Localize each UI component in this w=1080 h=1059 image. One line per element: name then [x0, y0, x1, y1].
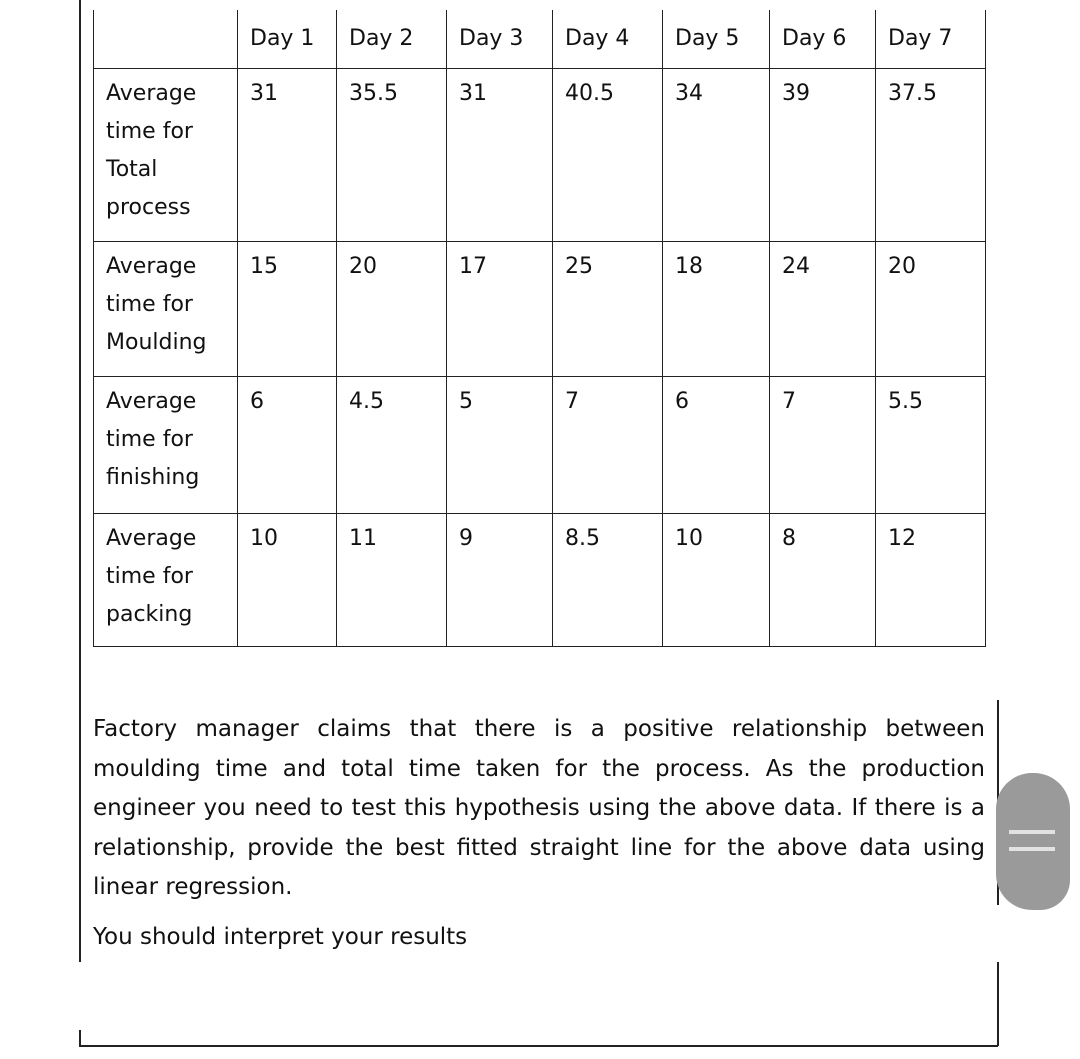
- handle-grip-line: [1009, 830, 1055, 834]
- table-cell: 40.5: [552, 68, 663, 242]
- table-row: Average time for packing 10 11 9 8.5 10 8 …: [93, 513, 986, 647]
- label-line: time for: [106, 564, 193, 589]
- table-cell: 18: [662, 241, 770, 377]
- label-line: Average: [106, 389, 197, 414]
- header-cell: Day 3: [446, 10, 553, 69]
- table-cell: 5.5: [875, 376, 986, 514]
- label-line: Moulding: [106, 330, 207, 355]
- table-cell: 8.5: [552, 513, 663, 647]
- table-cell: 37.5: [875, 68, 986, 242]
- table-cell: 7: [552, 376, 663, 514]
- table-cell: 6: [237, 376, 337, 514]
- header-cell: [93, 10, 238, 69]
- table-cell: 11: [336, 513, 447, 647]
- table-row: Average time for finishing 6 4.5 5 7 6 7 5…: [93, 376, 986, 514]
- table-cell: 5: [446, 376, 553, 514]
- label-line: process: [106, 195, 191, 220]
- table-cell: 12: [875, 513, 986, 647]
- row-label: Average time for Total process: [93, 68, 238, 242]
- instruction-text: You should interpret your results: [93, 924, 468, 950]
- label-line: packing: [106, 602, 193, 627]
- label-line: time for: [106, 119, 193, 144]
- table-cell: 31: [237, 68, 337, 242]
- label-line: Total: [106, 157, 158, 182]
- table-cell: 35.5: [336, 68, 447, 242]
- drag-handle-icon[interactable]: [996, 773, 1070, 910]
- table-cell: 15: [237, 241, 337, 377]
- header-cell: Day 2: [336, 10, 447, 69]
- header-cell: Day 1: [237, 10, 337, 69]
- label-line: time for: [106, 427, 193, 452]
- question-paragraph: Factory manager claims that there is a p…: [93, 716, 985, 900]
- table-cell: 10: [237, 513, 337, 647]
- table-row: Average time for Total process 31 35.5 31 4…: [93, 68, 986, 242]
- header-cell: Day 7: [875, 10, 986, 69]
- label-line: Average: [106, 254, 197, 279]
- table-cell: 17: [446, 241, 553, 377]
- table-cell: 20: [336, 241, 447, 377]
- table-row: Average time for Moulding 15 20 17 25 18 2…: [93, 241, 986, 377]
- table-cell: 24: [769, 241, 876, 377]
- page-border-right-lower: [997, 962, 999, 1046]
- header-cell: Day 5: [662, 10, 770, 69]
- table-cell: 6: [662, 376, 770, 514]
- page-border-bottom: [79, 1045, 998, 1047]
- row-label: Average time for packing: [93, 513, 238, 647]
- table-cell: 9: [446, 513, 553, 647]
- table-cell: 8: [769, 513, 876, 647]
- table-cell: 34: [662, 68, 770, 242]
- label-line: finishing: [106, 465, 200, 490]
- table-cell: 20: [875, 241, 986, 377]
- header-cell: Day 6: [769, 10, 876, 69]
- data-table: Day 1 Day 2 Day 3 Day 4 Day 5 Day 6 Day …: [93, 10, 986, 647]
- table-cell: 4.5: [336, 376, 447, 514]
- header-cell: Day 4: [552, 10, 663, 69]
- row-label: Average time for finishing: [93, 376, 238, 514]
- row-label: Average time for Moulding: [93, 241, 238, 377]
- header-row: Day 1 Day 2 Day 3 Day 4 Day 5 Day 6 Day …: [93, 10, 986, 69]
- label-line: Average: [106, 526, 197, 551]
- table-cell: 10: [662, 513, 770, 647]
- table-cell: 39: [769, 68, 876, 242]
- table-cell: 31: [446, 68, 553, 242]
- table-cell: 25: [552, 241, 663, 377]
- page-border-left: [79, 0, 81, 962]
- table-cell: 7: [769, 376, 876, 514]
- label-line: time for: [106, 292, 193, 317]
- label-line: Average: [106, 81, 197, 106]
- handle-grip-line: [1009, 847, 1055, 851]
- page-border-left-lower: [79, 1030, 81, 1046]
